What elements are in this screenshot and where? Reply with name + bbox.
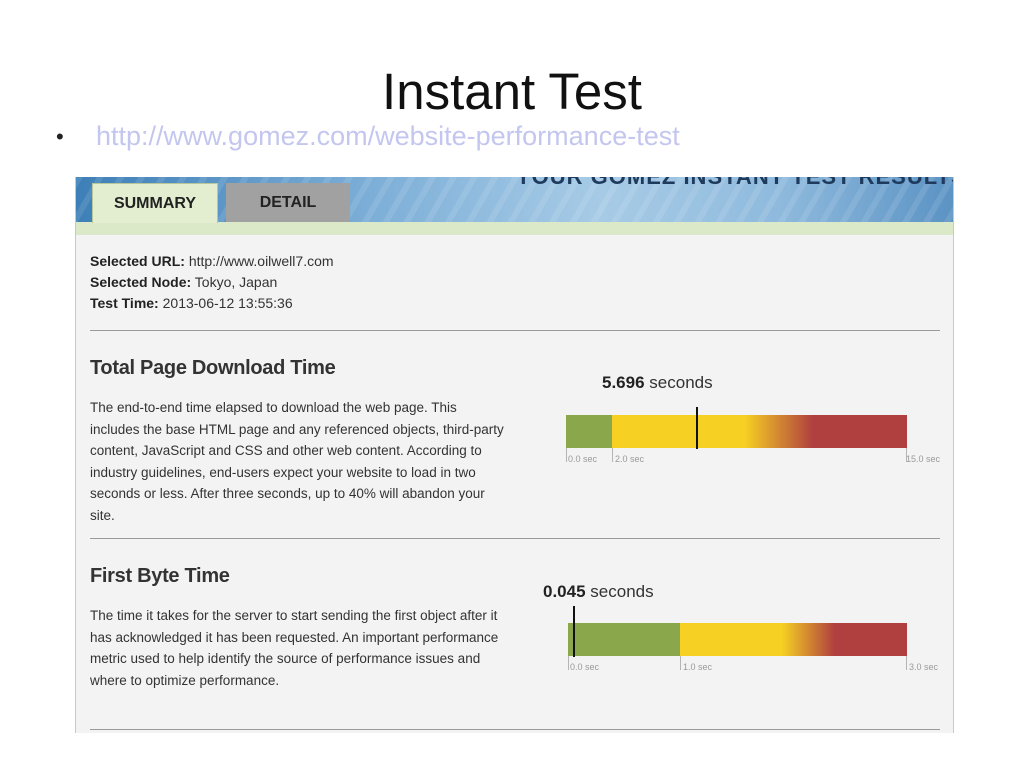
tab-detail[interactable]: DETAIL (226, 183, 350, 222)
download-time-marker (696, 407, 698, 449)
gauge-warning-zone (680, 623, 907, 656)
download-time-title: Total Page Download Time (90, 357, 336, 379)
selected-node-row: Selected Node: Tokyo, Japan (90, 272, 334, 293)
first-byte-description: The time it takes for the server to star… (90, 608, 499, 688)
test-meta: Selected URL: http://www.oilwell7.com Se… (90, 251, 334, 314)
gauge-good-zone (568, 623, 680, 656)
first-byte-readout: 0.045 seconds (543, 582, 654, 602)
first-byte-gauge: 0.0 sec 1.0 sec 3.0 sec (568, 606, 938, 672)
divider (90, 330, 940, 331)
selected-node-label: Selected Node: (90, 274, 192, 290)
gauge-good-zone (566, 415, 612, 448)
download-time-unit: seconds (649, 373, 713, 392)
gauge-warning-zone (612, 415, 907, 448)
banner-title: YOUR GOMEZ INSTANT TEST RESULTS (516, 177, 953, 190)
tick-mark (906, 656, 907, 670)
tab-summary[interactable]: SUMMARY (92, 183, 218, 223)
gomez-link[interactable]: http://www.gomez.com/website-performance… (96, 121, 680, 152)
selected-url-label: Selected URL: (90, 253, 185, 269)
download-time-readout: 5.696 seconds (602, 373, 713, 393)
selected-url-value: http://www.oilwell7.com (188, 253, 334, 269)
bullet-dot: • (56, 123, 64, 149)
tick-label: 15.0 sec (906, 454, 941, 464)
slide-title: Instant Test (382, 63, 642, 120)
tick-label: 0.0 sec (570, 662, 600, 672)
divider (90, 729, 940, 730)
bullet-item: • http://www.gomez.com/website-performan… (56, 121, 680, 152)
first-byte-value: 0.045 (543, 582, 586, 601)
tick-mark (566, 448, 567, 462)
selected-node-value: Tokyo, Japan (194, 274, 278, 290)
tick-label: 0.0 sec (568, 454, 598, 464)
first-byte-marker (573, 606, 575, 657)
first-byte-unit: seconds (590, 582, 654, 601)
download-time-description: The end-to-end time elapsed to download … (90, 400, 504, 523)
first-byte-title: First Byte Time (90, 565, 230, 587)
selected-url-row: Selected URL: http://www.oilwell7.com (90, 251, 334, 272)
tick-label: 3.0 sec (909, 662, 939, 672)
screenshot-panel: YOUR GOMEZ INSTANT TEST RESULTS SUMMARY … (75, 177, 954, 733)
test-time-value: 2013-06-12 13:55:36 (162, 295, 293, 311)
test-time-row: Test Time: 2013-06-12 13:55:36 (90, 293, 334, 314)
tick-label: 1.0 sec (683, 662, 713, 672)
tick-mark (680, 656, 681, 670)
divider (90, 538, 940, 539)
tab-strip (76, 222, 953, 235)
test-time-label: Test Time: (90, 295, 159, 311)
download-time-gauge: 0.0 sec 2.0 sec 15.0 sec (566, 407, 940, 464)
download-time-value: 5.696 (602, 373, 645, 392)
tick-mark (568, 656, 569, 670)
tick-mark (612, 448, 613, 462)
tick-label: 2.0 sec (615, 454, 645, 464)
